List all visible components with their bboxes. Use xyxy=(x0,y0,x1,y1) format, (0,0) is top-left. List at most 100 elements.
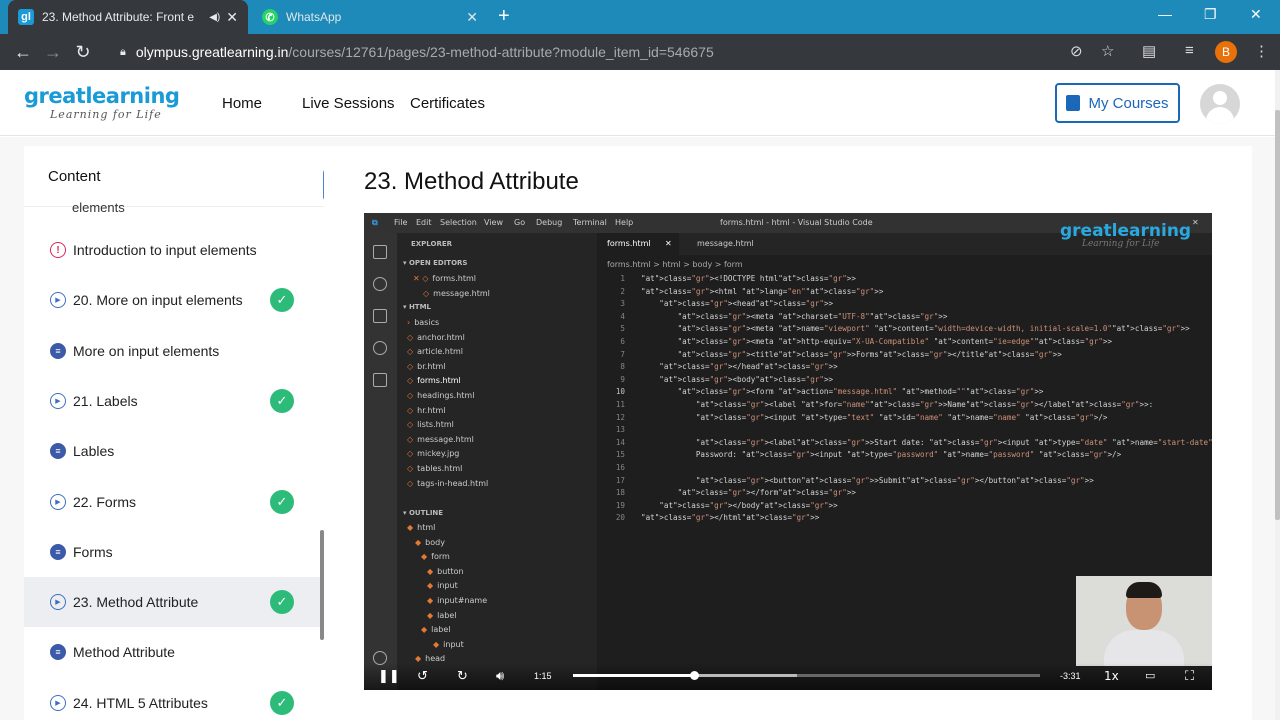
editor-tab-close-icon: ✕ xyxy=(665,239,672,248)
explorer-entry-label: hr.html xyxy=(417,405,446,415)
editor-tab-forms: forms.html xyxy=(607,239,651,248)
nav-home[interactable]: Home xyxy=(222,95,262,112)
profile-avatar[interactable]: B xyxy=(1215,41,1237,63)
file-type-icon: ◆ xyxy=(421,625,428,635)
sidebar-item[interactable]: ▶ 21. Labels ✓ xyxy=(24,376,320,426)
progress-track[interactable] xyxy=(573,671,1040,680)
sidebar-item-label: More on input elements xyxy=(73,342,220,359)
close-window-icon[interactable]: ✕ xyxy=(1250,6,1262,23)
minimize-icon[interactable]: — xyxy=(1158,6,1172,22)
explorer-file-item: › basics xyxy=(407,318,439,327)
sidebar-item[interactable]: ≡ Forms xyxy=(24,527,320,577)
line-number: 5 xyxy=(620,324,625,334)
fullscreen-icon[interactable]: ⛶ xyxy=(1185,669,1194,684)
sidebar-item[interactable]: ▶ 20. More on input elements ✓ xyxy=(24,275,320,325)
sidebar-item-label: Method Attribute xyxy=(73,644,175,661)
restore-icon[interactable]: ❐ xyxy=(1204,6,1217,23)
star-icon[interactable]: ☆ xyxy=(1101,42,1114,60)
url-path: /courses/12761/pages/23-method-attribute… xyxy=(288,44,714,60)
explorer-entry-label: forms.html xyxy=(417,376,461,386)
line-number: 7 xyxy=(620,349,625,359)
whatsapp-icon: ✆ xyxy=(262,9,278,25)
editor-tab-message: message.html xyxy=(697,239,754,248)
rewind-icon[interactable]: ↺ xyxy=(417,669,428,684)
tab-active[interactable]: gl 23. Method Attribute: Front e ◀) ✕ xyxy=(8,0,248,34)
sidebar-item[interactable]: ≡ Method Attribute xyxy=(24,627,320,677)
sidebar-item-partial[interactable]: elements xyxy=(24,190,320,214)
url-host: olympus.greatlearning.in xyxy=(135,44,289,60)
code-line: "at">class="gr"><label "at">for="name""a… xyxy=(695,400,1154,409)
media-control-icon[interactable]: ≡ xyxy=(1185,42,1194,59)
sidebar-item[interactable]: ▶ 23. Method Attribute ✓ xyxy=(24,577,320,628)
open-editor-item: ◇ message.html xyxy=(423,289,490,298)
file-type-icon: ◇ xyxy=(407,434,414,444)
video-player[interactable]: ⧉ forms.html - html - Visual Studio Code… xyxy=(364,213,1212,690)
quiz-icon: ≡ xyxy=(50,644,66,661)
code-line: "at">class="gr"><button"at">class="gr">>… xyxy=(695,475,1094,485)
sidebar-item-label: 24. HTML 5 Attributes xyxy=(73,694,208,711)
close-tab-icon[interactable]: ✕ xyxy=(226,9,238,26)
line-number: 1 xyxy=(620,274,625,283)
extension-icon[interactable]: ▤ xyxy=(1142,42,1156,60)
greatlearning-favicon-icon: gl xyxy=(18,9,34,25)
completed-check-icon: ✓ xyxy=(270,288,294,313)
explorer-entry-label: article.html xyxy=(417,347,464,357)
page-scrollbar[interactable] xyxy=(1275,70,1280,720)
captions-icon[interactable]: ▭ xyxy=(1145,669,1155,682)
file-type-icon: ◇ xyxy=(423,288,430,298)
nav-certificates[interactable]: Certificates xyxy=(410,95,485,112)
explorer-entry-label: lists.html xyxy=(417,420,454,430)
menu-icon[interactable]: ⋮ xyxy=(1254,42,1269,60)
vscode-menu-item: File xyxy=(394,218,408,227)
sidebar-item-label: Introduction to input elements xyxy=(73,242,257,258)
file-type-icon: ◇ xyxy=(407,361,414,371)
forward-icon[interactable]: → xyxy=(38,42,68,63)
file-type-icon: ◆ xyxy=(427,581,434,591)
tab-whatsapp[interactable]: ✆ WhatsApp ✕ xyxy=(252,0,488,34)
new-tab-button[interactable]: + xyxy=(498,6,510,26)
outline-item: ◆ button xyxy=(427,567,464,576)
reload-icon[interactable]: ↻ xyxy=(68,42,98,63)
code-line: "at">class="gr"><html "at">lang="en""at"… xyxy=(641,286,884,296)
volume-icon[interactable]: 🔊︎ xyxy=(496,669,504,684)
vscode-menu-item: Help xyxy=(615,218,634,227)
code-line: "at">class="gr"><title"at">class="gr">>F… xyxy=(677,349,1062,359)
code-line: "at">class="gr"></head"at">class="gr">> xyxy=(659,362,838,372)
sidebar-item-label: elements xyxy=(72,200,125,214)
nav-live-sessions[interactable]: Live Sessions xyxy=(302,95,395,112)
address-bar[interactable]: 🔒︎ olympus.greatlearning.in/courses/1276… xyxy=(108,37,1128,67)
sidebar-item[interactable]: ! Introduction to input elements xyxy=(24,225,320,275)
user-avatar[interactable] xyxy=(1200,84,1240,124)
pause-icon[interactable]: ❚❚ xyxy=(378,669,400,684)
eye-off-icon[interactable]: ⊘ xyxy=(1070,42,1083,60)
sidebar-item[interactable]: ▶ 22. Forms ✓ xyxy=(24,477,320,527)
my-courses-button[interactable]: My Courses xyxy=(1055,83,1180,123)
line-number: 10 xyxy=(615,387,625,397)
file-type-icon: ◇ xyxy=(407,405,414,415)
explorer-entry-label: anchor.html xyxy=(417,332,465,342)
file-type-icon: ◇ xyxy=(407,376,414,386)
sidebar-item[interactable]: ≡ More on input elements xyxy=(24,326,320,376)
tab-title: WhatsApp xyxy=(286,10,342,24)
sidebar-item[interactable]: ▶ 24. HTML 5 Attributes ✓ xyxy=(24,678,320,720)
explorer-file-item: ◇ forms.html xyxy=(407,376,461,385)
close-tab-icon[interactable]: ✕ xyxy=(466,9,478,26)
page-scrollbar-thumb[interactable] xyxy=(1275,110,1280,520)
files-icon xyxy=(373,245,387,259)
outline-label: ▾ OUTLINE xyxy=(403,509,444,517)
explorer-entry-label: button xyxy=(437,566,464,576)
sidebar-item[interactable]: ≡ Lables xyxy=(24,426,320,476)
vscode-explorer: EXPLORER ▾ OPEN EDITORS ▾ HTML ▾ OUTLINE… xyxy=(397,233,597,690)
sidebar-item-label: 21. Labels xyxy=(73,392,138,409)
alert-icon: ! xyxy=(50,242,66,258)
explorer-file-item: ◇ anchor.html xyxy=(407,333,465,342)
back-icon[interactable]: ← xyxy=(8,42,38,63)
file-type-icon: ◆ xyxy=(427,610,434,620)
greatlearning-logo[interactable]: greatlearning Learning for Life xyxy=(24,84,180,121)
forward-icon[interactable]: ↻ xyxy=(457,669,468,684)
playback-speed-button[interactable]: 1x xyxy=(1104,669,1119,683)
explorer-file-item: ◇ hr.html xyxy=(407,406,446,415)
speaker-icon[interactable]: ◀) xyxy=(209,12,220,23)
explorer-entry-label: br.html xyxy=(417,361,446,371)
watermark-logo: greatlearning xyxy=(1060,221,1192,241)
